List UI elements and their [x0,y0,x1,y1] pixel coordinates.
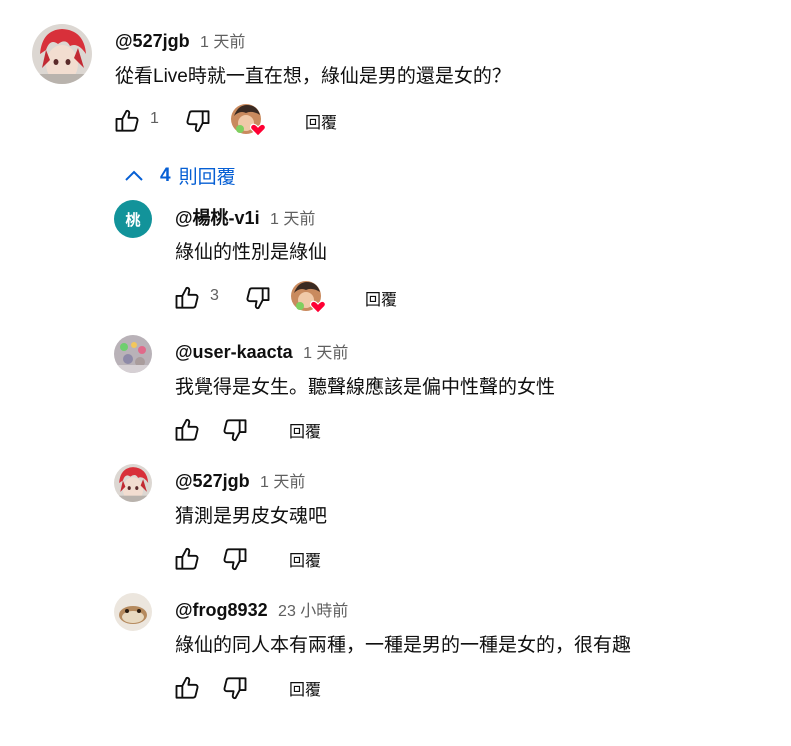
dislike-button[interactable] [243,283,273,313]
reply-header: @527jgb 1 天前 [175,468,305,492]
thumb-up-icon [173,545,201,573]
comment-author[interactable]: @527jgb [115,31,190,51]
like-count: 3 [210,287,219,304]
avatar[interactable] [114,593,152,631]
replies-count: 4 [160,164,171,186]
thumb-down-icon [221,545,249,573]
thumb-down-icon [221,674,249,702]
comment-header: @527jgb 1 天前 [115,28,245,52]
like-count: 1 [150,110,159,127]
reply-author[interactable]: @frog8932 [175,600,268,620]
reply-timestamp[interactable]: 1 天前 [270,211,315,228]
reply-button[interactable]: 回覆 [289,676,321,700]
replies-toggle[interactable]: 4 則回覆 [122,162,236,189]
comment-text: 從看Live時就一直在想，綠仙是男的還是女的？ [115,66,511,87]
avatar-image [114,464,152,502]
reply-author[interactable]: @user-kaacta [175,342,293,362]
avatar-image [114,335,152,373]
replies-label: 則回覆 [178,167,236,188]
creator-heart [230,102,270,138]
reply-timestamp[interactable]: 23 小時前 [278,603,348,620]
reply-header: @楊桃-v1i 1 天前 [175,204,315,230]
like-button[interactable] [172,544,202,574]
reply-text: 我覺得是女生。聽聲線應該是偏中性聲的女性 [175,377,556,398]
creator-avatar-heart-icon [231,104,266,137]
reply-text: 猜測是男皮女魂吧 [175,506,328,527]
dislike-button[interactable] [220,415,250,445]
dislike-button[interactable] [220,673,250,703]
reply-header: @user-kaacta 1 天前 [175,339,348,363]
comment-thread: @527jgb 1 天前 從看Live時就一直在想，綠仙是男的還是女的？ 1 回… [0,0,791,746]
reply-button[interactable]: 回覆 [289,547,321,571]
reply-text: 綠仙的性別是綠仙 [175,242,328,263]
like-button[interactable] [112,106,142,136]
avatar[interactable] [114,335,152,373]
chevron-up-icon [125,170,143,181]
creator-heart [290,279,330,315]
thumb-up-icon [173,674,201,702]
reply-header: @frog8932 23 小時前 [175,597,348,621]
comment-timestamp[interactable]: 1 天前 [200,34,245,51]
thumb-up-icon [173,284,201,312]
like-button[interactable] [172,283,202,313]
thumb-down-icon [221,416,249,444]
avatar-image [114,593,152,631]
thumb-down-icon [184,107,212,135]
reply-author[interactable]: @527jgb [175,471,250,491]
avatar-initial: 桃 [125,211,141,229]
like-button[interactable] [172,673,202,703]
avatar-image [32,24,92,84]
thumb-up-icon [113,107,141,135]
avatar[interactable] [32,24,92,84]
reply-button[interactable]: 回覆 [289,418,321,442]
dislike-button[interactable] [183,106,213,136]
reply-button[interactable]: 回覆 [365,286,397,310]
avatar[interactable] [114,464,152,502]
reply-author[interactable]: @楊桃-v1i [175,208,260,228]
thumb-up-icon [173,416,201,444]
reply-text: 綠仙的同人本有兩種，一種是男的一種是女的，很有趣 [175,635,632,656]
avatar[interactable]: 桃 [114,200,152,238]
dislike-button[interactable] [220,544,250,574]
like-button[interactable] [172,415,202,445]
reply-timestamp[interactable]: 1 天前 [260,474,305,491]
reply-button[interactable]: 回覆 [305,109,337,133]
creator-avatar-heart-icon [291,281,326,314]
thumb-down-icon [244,284,272,312]
reply-timestamp[interactable]: 1 天前 [303,345,348,362]
